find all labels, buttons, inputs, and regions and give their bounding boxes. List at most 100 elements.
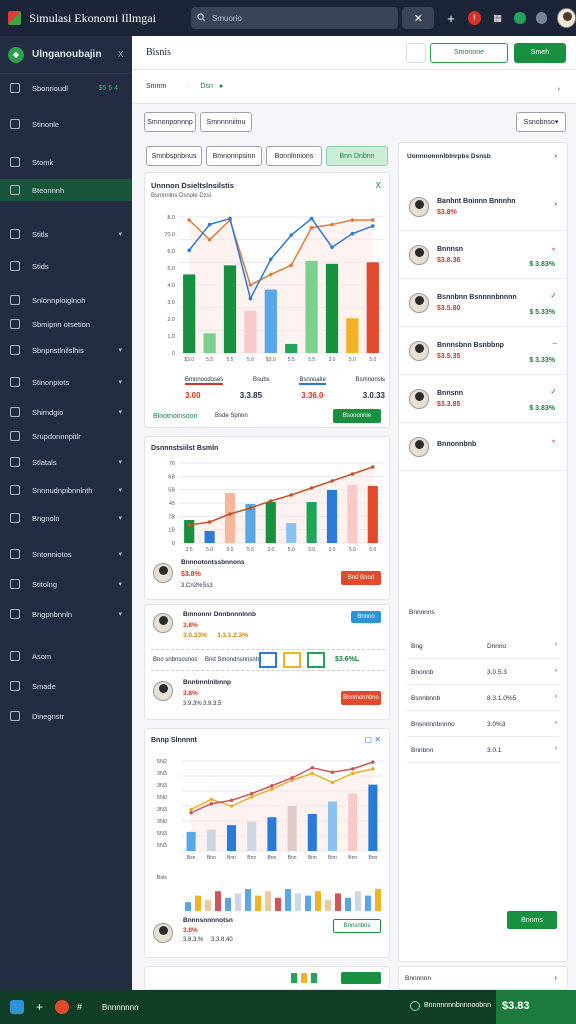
line-point <box>229 798 234 803</box>
card4-action-button[interactable]: Bnnsnbns <box>333 919 381 933</box>
sidebar-item[interactable]: Stomk <box>0 151 132 173</box>
sidebar-item[interactable]: Bngnoln ▾ <box>0 507 132 529</box>
table-row[interactable]: Bsnnbnnb 8.3.1.0%5 › <box>407 685 559 711</box>
sidebar-item[interactable]: Snnnudnpibnnlnth ▾ <box>0 479 132 501</box>
card1-close-icon[interactable]: X <box>376 181 381 190</box>
list-item[interactable]: Bnnsnn $3.3.85 $ 3.83% ✓ <box>399 375 567 423</box>
sidebar-item[interactable]: Sntonniotos ▾ <box>0 543 132 565</box>
sidebar-item-icon <box>10 549 20 559</box>
card1-action-button[interactable]: Bsooonnie <box>333 409 381 423</box>
sidebar-item[interactable]: Smade <box>0 675 132 697</box>
sidebar-item[interactable]: Snlonnpioiglnoh <box>0 289 132 311</box>
search-input[interactable] <box>212 13 393 23</box>
person-photo <box>409 436 429 457</box>
sidebar-item-icon <box>10 651 20 661</box>
status-dot-icon: ● <box>218 83 224 90</box>
person-photo <box>409 388 429 409</box>
y-tick-label: 5N3 <box>157 843 167 849</box>
sidebar-item[interactable]: Stinonpiots ▾ <box>0 371 132 393</box>
sidebar-item[interactable]: Bteonnnh <box>0 179 132 201</box>
tab-1[interactable]: Bmnonnpsinn <box>206 146 262 166</box>
footer-avatar[interactable] <box>55 1000 70 1014</box>
sidebar-item[interactable]: Stitolng ▾ <box>0 573 132 595</box>
sidebar-item[interactable]: Dinegnstr <box>0 705 132 727</box>
outline-action-button[interactable]: Smonone <box>430 42 508 63</box>
mid-box-blue[interactable] <box>259 652 277 668</box>
list-item[interactable]: Bnnonnbnb ⌄ <box>399 423 567 471</box>
x-tick-label: Bnn <box>328 855 337 861</box>
primary-action-button[interactable]: Smeh <box>514 42 566 63</box>
right-panel-expand-icon[interactable]: › <box>554 151 557 160</box>
sidebar-item-icon <box>10 579 20 589</box>
list-item[interactable]: Bsnnbnn Bsnnnnbnnnn $3.5.80 $ 5.33% ✓ <box>399 279 567 327</box>
user-avatar[interactable] <box>556 8 576 28</box>
card3-action-button[interactable]: Bnnmonnbno <box>341 691 381 705</box>
sidebar-item[interactable]: Stlatals ▾ <box>0 451 132 473</box>
tab-2[interactable]: Bonnlnnions <box>266 146 322 166</box>
list-item-text: Banhnt Bninnn Bnnnhn $3.8% <box>437 198 516 216</box>
right-bottom-chevron-icon[interactable]: › <box>554 973 557 982</box>
footer-app-icon[interactable] <box>10 1000 24 1014</box>
right-panel-button[interactable]: Bnnms <box>507 911 557 929</box>
table-row[interactable]: Bnnbnn 3.0.1 › <box>407 737 559 763</box>
table-row[interactable]: Bnsnnnnbnnno 3.0%3 › <box>407 711 559 737</box>
search-box[interactable] <box>191 7 399 29</box>
table-row[interactable]: Bng Dnnno › <box>407 633 559 659</box>
sidebar-item[interactable]: Stitls ▾ <box>0 223 132 245</box>
bottom-card-button[interactable] <box>341 972 381 984</box>
app-title: Simulasi Ekonomi Illmgai <box>29 10 156 25</box>
card2-action-button[interactable]: Bnd Bnod <box>341 571 381 585</box>
sidebar-item[interactable]: Sbnpnstlnilslhis ▾ <box>0 339 132 361</box>
chevron-down-icon: ▾ <box>118 409 122 416</box>
tab-0[interactable]: Smnbspnbnus <box>146 146 202 166</box>
line-point <box>228 216 232 221</box>
status-icon[interactable] <box>514 12 526 24</box>
close-button[interactable]: ✕ <box>402 7 435 29</box>
card1-subtitle: Bsmnnlns Dsnole Dzsi <box>151 193 212 199</box>
footer-right-value: $3.83 <box>502 1000 530 1012</box>
list-item[interactable]: Bnnnsn $3.8.36 $ 3.83% ⌄ <box>399 231 567 279</box>
chart-card-2: Dsnnnstsiilst Bsmln 70 6B 5B 45 7B 1B 0 3.5 5.0 5… <box>144 436 390 600</box>
alert-icon[interactable]: ! <box>467 11 481 25</box>
sidebar-item[interactable]: Bngpnbnnln ▾ <box>0 603 132 625</box>
sidebar-item[interactable]: Asom <box>0 645 132 667</box>
sidebar-item[interactable]: Sbonnoudl $5 5 4 <box>0 77 132 99</box>
chevron-down-red-icon[interactable]: ⌄ <box>550 243 557 252</box>
mid-box-yellow[interactable] <box>283 652 301 668</box>
sidebar-item-label: Stitolng <box>32 579 58 589</box>
people-icon[interactable] <box>535 12 547 24</box>
footer-add-icon[interactable]: + <box>36 1000 43 1014</box>
footer-tag-icon[interactable]: # <box>77 1002 82 1012</box>
tab-3[interactable]: Bnn Dnbnn <box>326 146 388 166</box>
line-point <box>248 506 253 510</box>
filter-dropdown[interactable]: Ssnobnso ▾ <box>516 112 566 132</box>
sidebar-item[interactable]: Srupdonnnpitlr <box>0 425 132 447</box>
sidebar-item[interactable]: Shimdgio ▾ <box>0 401 132 423</box>
apps-icon[interactable]: ▦ <box>491 11 504 25</box>
sidebar-item-label: Stitls <box>32 229 49 239</box>
sidebar-item[interactable]: Stids <box>0 255 132 277</box>
mid-box-green[interactable] <box>307 652 325 668</box>
x-tick-label: 5.5 <box>227 357 234 363</box>
list-item[interactable]: Banhnt Bninnn Bnnnhn $3.8% › <box>399 183 567 231</box>
sidebar-item[interactable]: Sbmipnn otsetion <box>0 313 132 335</box>
chevron-right-icon[interactable]: › <box>554 199 557 208</box>
list-item[interactable]: Bnnnsbnn Bsnbbnp $3.5.35 $ 3.33% – <box>399 327 567 375</box>
chevron-down-red-icon[interactable]: ⌄ <box>550 435 557 444</box>
options-button[interactable] <box>406 42 426 63</box>
table-row[interactable]: Bnonnb 3.0.5.3 › <box>407 659 559 685</box>
add-icon[interactable]: + <box>444 11 457 26</box>
filter-chip-a[interactable]: Smnonponnnp <box>144 112 196 132</box>
card4-icons[interactable]: ▢ ✕ <box>365 735 381 744</box>
minus-icon: – <box>552 339 557 348</box>
chevron-right-icon: › <box>554 719 557 726</box>
filter-chip-b[interactable]: Smnnnniitnu <box>200 112 252 132</box>
expand-icon[interactable]: › <box>558 86 560 93</box>
card3-badge[interactable]: Bnnno <box>351 611 381 623</box>
sidebar-close-icon[interactable]: X <box>118 50 123 59</box>
sidebar-item[interactable]: Stinonle <box>0 113 132 135</box>
mini-bar <box>205 900 211 911</box>
line-point <box>330 245 334 250</box>
chevron-right-icon: › <box>554 667 557 674</box>
table-cell-key: Bng <box>411 643 423 650</box>
